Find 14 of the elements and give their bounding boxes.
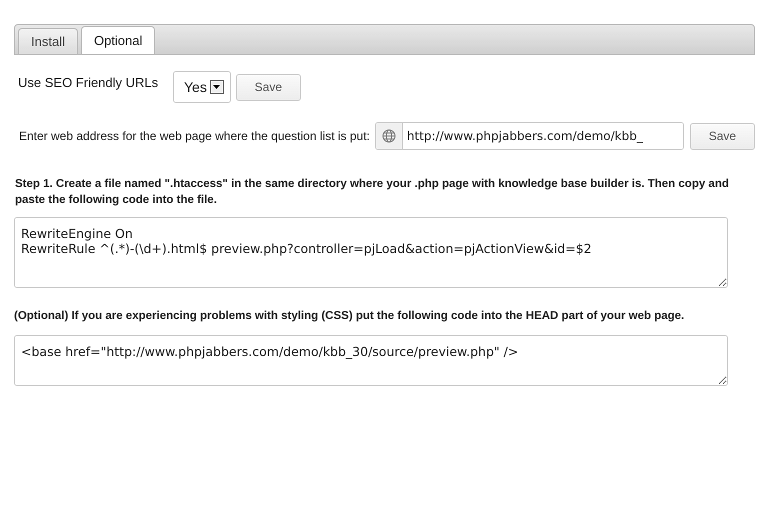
url-field[interactable]: http://www.phpjabbers.com/demo/kbb_ [374,122,684,150]
globe-icon [382,129,396,143]
save-button[interactable]: Save [236,74,301,100]
instruction-text: Step 1. Create a file named ".htaccess" in the same directory where your .php page with knowledge base builder is. Then copy and paste the following code into the file. [15,177,730,208]
field-label: Use SEO Friendly URLs [18,75,160,90]
instruction-text: (Optional) If you are experiencing problems with styling (CSS) put the following code into the HEAD part of your web page. [14,309,686,324]
caret-icon [210,80,224,94]
code-box[interactable]: RewriteEngine On RewriteRule ^(.*)-(\d+).html$ preview.php?controller=pjLoad&action=pjActionView&id=$2 [14,217,728,288]
code-box[interactable]: <base href="http://www.phpjabbers.com/demo/kbb_30/source/preview.php" /> [14,335,728,386]
tab[interactable]: Optional [80,26,156,54]
dropdown[interactable]: Yes [173,71,231,103]
save-button[interactable]: Save [690,122,755,150]
field-label: Enter web address for the web page where the question list is put: [19,129,370,143]
tab[interactable]: Install [18,28,78,54]
